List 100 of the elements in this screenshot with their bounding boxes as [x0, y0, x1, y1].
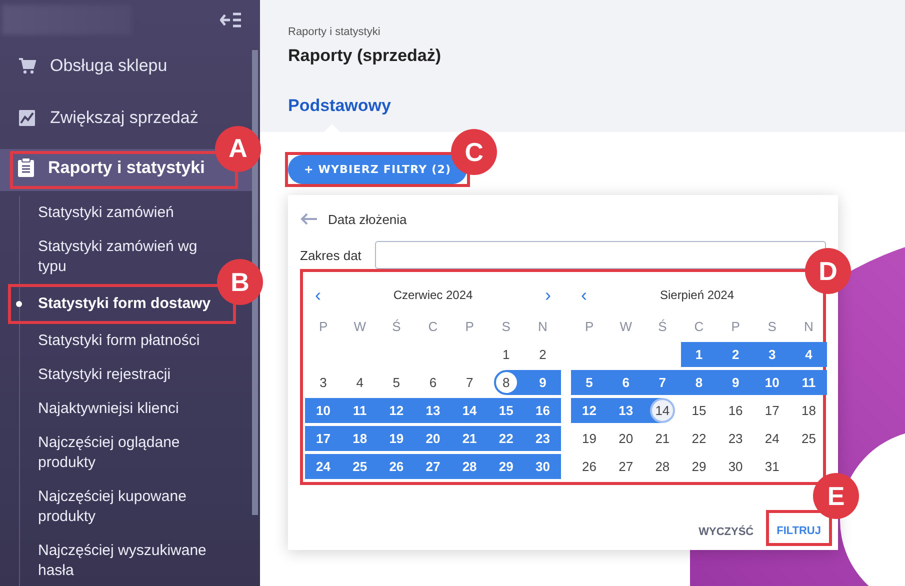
day-cell[interactable]: 16	[717, 398, 754, 423]
day-cell[interactable]: 2	[524, 342, 561, 367]
day-cell[interactable]: 9	[717, 370, 754, 395]
day-cell[interactable]: 30	[524, 454, 561, 479]
callout-badge: B	[217, 259, 263, 305]
weekday-label: W	[620, 318, 632, 334]
day-cell[interactable]: 16	[524, 398, 561, 423]
sidebar-subitem[interactable]: Statystyki zamówień	[20, 196, 182, 230]
day-cell[interactable]: 17	[754, 398, 790, 423]
day-cell[interactable]: 29	[488, 454, 524, 479]
day-cell[interactable]: 11	[790, 370, 827, 395]
sidebar-subitem[interactable]: Najczęściej wyszukiwane hasła	[20, 534, 216, 586]
month-title: Czerwiec 2024	[393, 288, 473, 302]
day-cell[interactable]: 10	[305, 398, 342, 423]
day-cell[interactable]: 10	[754, 370, 790, 395]
day-cell[interactable]: 17	[305, 426, 342, 451]
weekday-label: S	[502, 318, 510, 334]
day-cell[interactable]: 26	[571, 454, 608, 479]
day-cell[interactable]: 15	[488, 398, 524, 423]
sidebar-subitem[interactable]: Najaktywniejsi klienci	[20, 392, 187, 426]
day-cell[interactable]: 14	[451, 398, 488, 423]
callout-badge: D	[805, 248, 851, 294]
weekday-label: Ś	[658, 318, 667, 334]
day-cell[interactable]: 1	[488, 342, 524, 367]
day-cell[interactable]: 1	[680, 342, 718, 367]
day-cell[interactable]: 3	[305, 370, 342, 395]
day-cell[interactable]: 6	[608, 370, 644, 395]
sidebar-subitem[interactable]: Statystyki zamówień wg typu	[20, 230, 216, 284]
sidebar-subitem[interactable]: Statystyki form płatności	[20, 324, 208, 358]
day-cell[interactable]: 13	[608, 398, 644, 423]
day-cell[interactable]: 20	[414, 426, 452, 451]
day-cell[interactable]: 18	[790, 398, 827, 423]
day-cell[interactable]: 27	[608, 454, 644, 479]
page-title: Raporty (sprzedaż)	[288, 46, 442, 66]
weekday-label: N	[538, 318, 548, 334]
day-cell[interactable]: 31	[754, 454, 790, 479]
day-cell[interactable]: 26	[378, 454, 415, 479]
day-cell[interactable]: 12	[378, 398, 415, 423]
weekday-label: P	[465, 318, 474, 334]
day-cell[interactable]: 23	[524, 426, 561, 451]
previous-month-button[interactable]: ‹	[311, 286, 325, 304]
day-cell[interactable]: 29	[680, 454, 718, 479]
day-cell[interactable]: 28	[644, 454, 681, 479]
day-cell[interactable]: 19	[378, 426, 415, 451]
day-cell[interactable]: 27	[414, 454, 452, 479]
sidebar-subitem[interactable]: Statystyki rejestracji	[20, 358, 179, 392]
day-cell[interactable]: 20	[608, 426, 644, 451]
weekday-label: P	[318, 318, 328, 334]
day-cell[interactable]: 9	[524, 370, 561, 395]
day-cell[interactable]: 6	[414, 370, 452, 395]
day-cell[interactable]: 18	[342, 426, 378, 451]
filter-button[interactable]: FILTRUJ	[772, 521, 825, 541]
day-cell[interactable]: 12	[571, 398, 608, 423]
callout-badge: A	[215, 126, 261, 172]
day-cell[interactable]: 3	[754, 342, 790, 367]
weekday-label: P	[584, 318, 594, 334]
day-cell[interactable]: 15	[680, 398, 718, 423]
weekday-label: Ś	[392, 318, 401, 334]
day-cell[interactable]: 25	[790, 426, 827, 451]
day-cell[interactable]: 24	[754, 426, 790, 451]
weekday-label: W	[354, 318, 366, 334]
breadcrumb: Raporty i statystyki	[288, 25, 382, 38]
sidebar-item[interactable]: Zwiększaj sprzedaż	[18, 108, 198, 128]
day-cell[interactable]: 8	[680, 370, 718, 395]
day-cell[interactable]: 5	[378, 370, 415, 395]
day-cell[interactable]: 7	[644, 370, 681, 395]
day-cell[interactable]: 5	[571, 370, 608, 395]
callout-badge: C	[451, 129, 498, 175]
day-cell[interactable]: 11	[342, 398, 378, 423]
day-cell[interactable]: 30	[717, 454, 754, 479]
weekday-label: C	[428, 318, 438, 334]
sidebar-subitem[interactable]: Najczęściej oglądane produkty	[20, 426, 216, 480]
sidebar-item[interactable]: Obsługa sklepu	[18, 56, 168, 76]
day-cell[interactable]: 23	[717, 426, 754, 451]
day-cell[interactable]: 25	[342, 454, 378, 479]
weekday-label: S	[768, 318, 776, 334]
panel-title: Data złożenia	[328, 212, 407, 226]
day-cell[interactable]: 22	[680, 426, 718, 451]
day-cell[interactable]: 22	[488, 426, 524, 451]
weekday-label: C	[694, 318, 704, 334]
weekday-label: P	[731, 318, 740, 334]
tab[interactable]: Podstawowy	[288, 96, 391, 116]
next-month-button[interactable]: ›	[541, 286, 555, 304]
day-cell[interactable]: 7	[451, 370, 488, 395]
field-label: Zakres dat	[300, 248, 362, 262]
day-cell[interactable]: 4	[790, 342, 827, 367]
day-cell[interactable]: 21	[644, 426, 681, 451]
day-cell[interactable]: 2	[717, 342, 754, 367]
previous-month-button[interactable]: ‹	[577, 286, 591, 304]
day-cell[interactable]: 28	[451, 454, 488, 479]
sidebar-subitem[interactable]: Najczęściej kupowane produkty	[20, 480, 216, 534]
clear-button[interactable]: WYCZYŚĆ	[694, 518, 758, 546]
month-title: Sierpień 2024	[660, 288, 734, 302]
callout-badge: E	[813, 473, 859, 519]
choose-filters-button[interactable]: + WYBIERZ FILTRY (2)	[288, 155, 468, 184]
day-cell[interactable]: 4	[342, 370, 378, 395]
day-cell[interactable]: 21	[451, 426, 488, 451]
day-cell[interactable]: 13	[414, 398, 452, 423]
day-cell[interactable]: 24	[305, 454, 342, 479]
day-cell[interactable]: 19	[571, 426, 608, 451]
